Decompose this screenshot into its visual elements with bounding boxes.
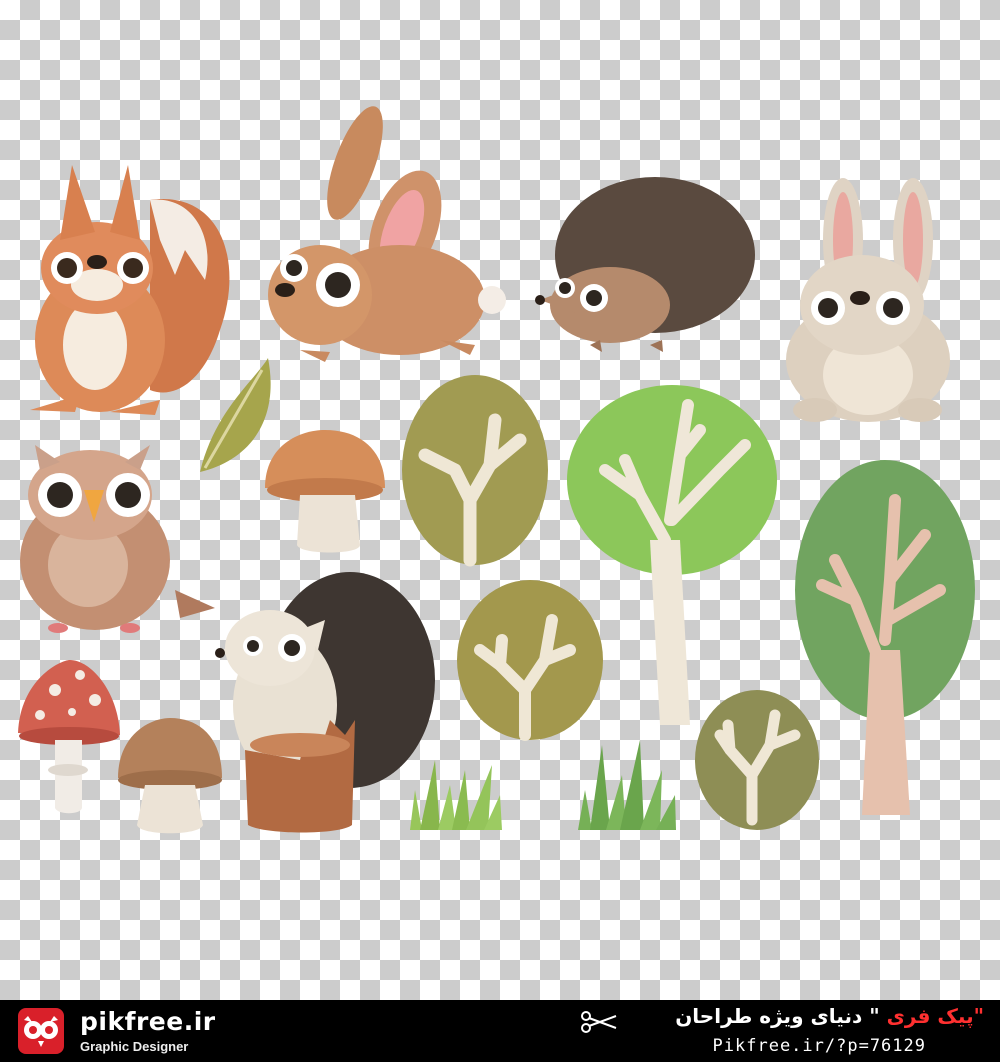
- squirrel-illustration: [30, 165, 230, 415]
- slogan-accent: "پیک فری: [886, 1004, 984, 1028]
- scissors-icon: [580, 1010, 620, 1034]
- leaf-illustration: [200, 358, 271, 472]
- grass-illustration-2: [578, 740, 676, 830]
- small-bush-illustration: [695, 690, 819, 830]
- brand-name: pikfree.ir: [80, 1007, 216, 1036]
- slogan-rest: " دنیای ویژه طراحان: [675, 1004, 880, 1028]
- watermark-footer: pikfree.ir Graphic Designer "پیک فری " د…: [0, 1000, 1000, 1062]
- post-url: Pikfree.ir/?p=76129: [712, 1036, 926, 1056]
- olive-tree-illustration: [402, 375, 548, 567]
- slogan-text: "پیک فری " دنیای ویژه طراحان: [675, 1004, 984, 1028]
- cream-rabbit-illustration: [786, 178, 950, 422]
- hedgehog-on-stump-illustration: [215, 572, 435, 833]
- brand-tagline: Graphic Designer: [80, 1039, 189, 1054]
- brown-rabbit-illustration: [268, 106, 506, 362]
- transparent-canvas: [0, 0, 1000, 1000]
- hedgehog-illustration: [535, 177, 755, 352]
- woodland-clipart-set: [18, 106, 975, 834]
- owl-logo-icon: [18, 1008, 64, 1054]
- small-mushroom-illustration: [118, 718, 222, 834]
- tall-tree-illustration: [795, 460, 975, 815]
- grass-illustration: [410, 760, 502, 830]
- bush-tree-illustration: [457, 580, 603, 741]
- red-mushroom-illustration: [18, 660, 120, 814]
- owl-illustration: [20, 445, 215, 633]
- mushroom-illustration: [265, 430, 385, 553]
